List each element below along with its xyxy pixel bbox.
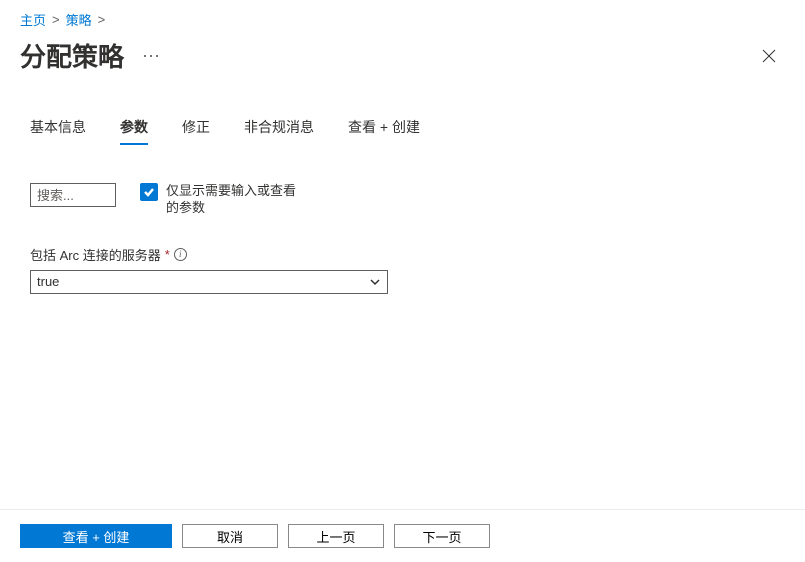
tab-noncompliance[interactable]: 非合规消息 [244, 111, 314, 145]
review-create-button[interactable]: 查看 + 创建 [20, 524, 172, 548]
close-icon [762, 49, 776, 63]
breadcrumb: 主页 > 策略 > [0, 0, 805, 33]
more-button[interactable]: ··· [142, 45, 160, 66]
arc-servers-value: true [37, 274, 59, 289]
tab-review-create[interactable]: 查看 + 创建 [348, 111, 420, 145]
only-required-params-label: 仅显示需要输入或查看的参数 [166, 183, 306, 217]
search-input[interactable] [30, 183, 116, 207]
close-button[interactable] [753, 40, 785, 72]
arc-servers-select[interactable]: true [30, 270, 388, 294]
chevron-right-icon: > [98, 12, 106, 27]
tab-remediation[interactable]: 修正 [182, 111, 210, 145]
tab-basic-info[interactable]: 基本信息 [30, 111, 86, 145]
breadcrumb-home[interactable]: 主页 [20, 10, 46, 29]
chevron-down-icon [369, 276, 381, 288]
footer-actions: 查看 + 创建 取消 上一页 下一页 [0, 509, 805, 562]
chevron-right-icon: > [52, 12, 60, 27]
info-icon[interactable]: i [174, 248, 187, 261]
next-button[interactable]: 下一页 [394, 524, 490, 548]
previous-button[interactable]: 上一页 [288, 524, 384, 548]
required-asterisk: * [165, 247, 170, 262]
cancel-button[interactable]: 取消 [182, 524, 278, 548]
tab-parameters[interactable]: 参数 [120, 111, 148, 145]
title-bar: 分配策略 ··· [0, 33, 805, 88]
page-title: 分配策略 [20, 37, 124, 74]
checkmark-icon [143, 186, 155, 198]
only-required-params-checkbox[interactable] [140, 183, 158, 201]
arc-servers-label: 包括 Arc 连接的服务器 * i [30, 245, 775, 264]
tabs: 基本信息 参数 修正 非合规消息 查看 + 创建 [30, 89, 775, 145]
breadcrumb-policy[interactable]: 策略 [66, 10, 92, 29]
